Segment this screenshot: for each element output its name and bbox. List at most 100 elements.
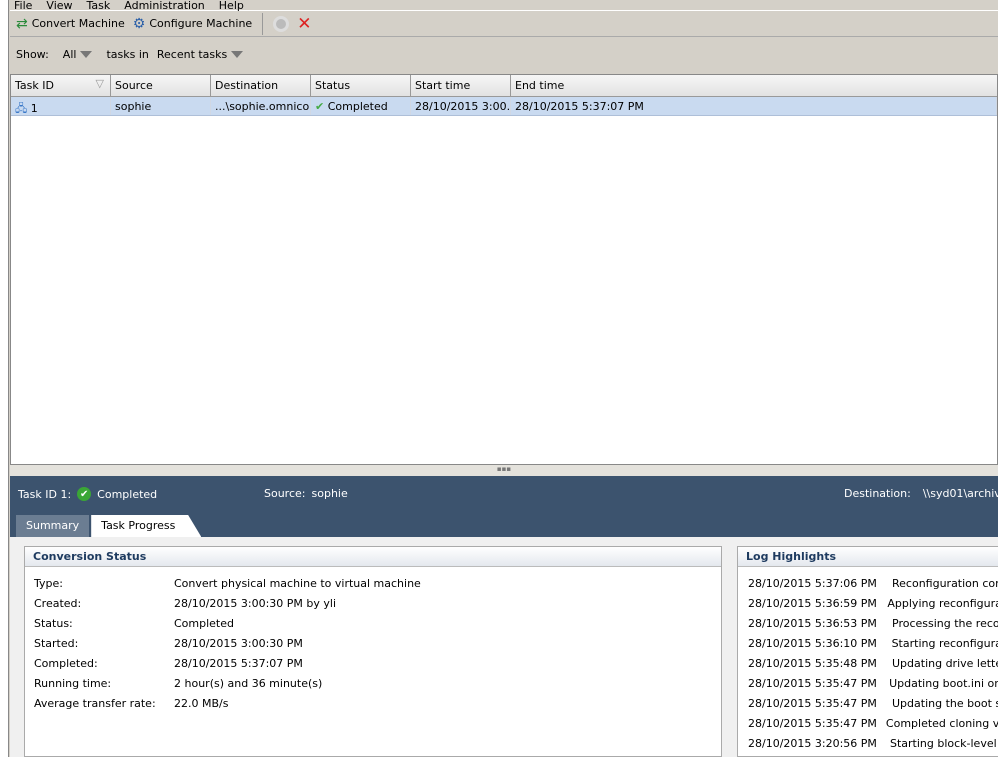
show-dropdown[interactable]: All — [63, 48, 93, 61]
filter-icon[interactable]: ▽ — [96, 77, 104, 90]
conversion-status-title: Conversion Status — [25, 547, 721, 567]
cell-task-id: 🖧 1 — [11, 97, 111, 115]
source-value: sophie — [311, 487, 348, 500]
delete-icon[interactable]: ✕ — [297, 14, 311, 34]
column-task-id[interactable]: Task ID ▽ — [11, 75, 111, 96]
source-summary: Source: sophie — [264, 487, 348, 500]
source-label: Source: — [264, 487, 306, 500]
menu-administration[interactable]: Administration — [124, 0, 205, 12]
column-source[interactable]: Source — [111, 75, 211, 96]
conversion-status-list: Type: Convert physical machine to virtual… — [25, 567, 721, 713]
filter-bar: Show: All tasks in Recent tasks — [10, 40, 998, 68]
log-time: 28/10/2015 3:20:56 PM — [748, 736, 877, 750]
log-row: 28/10/2015 5:35:47 PM Updating the boot s… — [738, 693, 998, 713]
table-header: Task ID ▽ Source Destination Status Start… — [11, 75, 997, 97]
log-row: 28/10/2015 5:36:53 PM Processing the reco… — [738, 613, 998, 633]
status-row: Type: Convert physical machine to virtual… — [25, 573, 721, 593]
checkmark-icon: ✔ — [315, 100, 325, 113]
status-row: Started: 28/10/2015 3:00:30 PM — [25, 633, 721, 653]
log-row: 28/10/2015 5:35:47 PM Updating boot.ini o… — [738, 673, 998, 693]
toolbar: ⇄ Convert Machine ⚙ Configure Machine ✕ — [10, 10, 998, 37]
table-row[interactable]: 🖧 1 sophie ...\sophie.omnico... ✔ Comple… — [11, 97, 997, 116]
status-row: Running time: 2 hour(s) and 36 minute(s) — [25, 673, 721, 693]
cell-start-time: 28/10/2015 3:00... — [411, 97, 511, 115]
cell-status: ✔ Completed — [311, 97, 411, 115]
status-key: Average transfer rate: — [34, 696, 156, 710]
menu-task[interactable]: Task — [87, 0, 111, 12]
splitter-handle[interactable]: ▪▪▪ — [10, 465, 998, 476]
log-message: Updating drive letters — [892, 656, 998, 670]
status-row: Average transfer rate: 22.0 MB/s — [25, 693, 721, 713]
status-value: Convert physical machine to virtual mach… — [174, 576, 421, 590]
status-value: 2 hour(s) and 36 minute(s) — [174, 676, 323, 690]
tasks-in-label: tasks in — [106, 47, 149, 61]
log-message: Starting reconfiguratio — [891, 636, 998, 650]
menu-help[interactable]: Help — [219, 0, 244, 12]
scope-dropdown[interactable]: Recent tasks — [156, 47, 244, 61]
status-row: Completed: 28/10/2015 5:37:07 PM — [25, 653, 721, 673]
log-row: 28/10/2015 5:35:48 PM Updating drive lett… — [738, 653, 998, 673]
menu-file[interactable]: File — [14, 0, 32, 12]
stop-icon[interactable] — [273, 15, 290, 32]
status-key: Completed: — [34, 656, 98, 670]
log-message: Updating boot.ini on th — [889, 676, 998, 690]
log-highlights-title: Log Highlights — [738, 547, 998, 567]
log-time: 28/10/2015 5:35:47 PM — [748, 716, 877, 730]
menu-bar: File View Task Administration Help — [10, 0, 244, 12]
log-time: 28/10/2015 5:35:47 PM — [748, 676, 877, 690]
log-list: 28/10/2015 5:37:06 PM Reconfiguration com… — [738, 567, 998, 753]
status-key: Status: — [34, 616, 73, 630]
convert-machine-button[interactable]: ⇄ Convert Machine — [16, 16, 125, 32]
log-time: 28/10/2015 5:35:48 PM — [748, 656, 877, 670]
log-row: 28/10/2015 3:20:56 PM Starting block-leve… — [738, 733, 998, 753]
status-key: Type: — [34, 576, 63, 590]
scope-value: Recent tasks — [156, 47, 228, 61]
log-time: 28/10/2015 5:36:53 PM — [748, 616, 877, 630]
column-end-time[interactable]: End time — [511, 75, 997, 96]
configure-machine-button[interactable]: ⚙ Configure Machine — [133, 16, 252, 32]
convert-label: Convert Machine — [31, 17, 125, 30]
task-icon: 🖧 — [15, 102, 28, 115]
log-time: 28/10/2015 5:37:06 PM — [748, 576, 877, 590]
destination-value: \\syd01\archive_e — [922, 487, 998, 500]
header-label: Task ID — [15, 79, 54, 92]
toolbar-separator — [262, 12, 264, 35]
log-message: Completed cloning volu — [885, 716, 998, 730]
show-label: Show: — [16, 47, 49, 61]
task-table: Task ID ▽ Source Destination Status Start… — [10, 74, 998, 465]
task-details-panel: Task ID 1: ✔ Completed Source: sophie Desti… — [10, 476, 998, 757]
log-row: 28/10/2015 5:36:59 PM Applying reconfigur… — [738, 593, 998, 613]
log-row: 28/10/2015 5:35:47 PM Completed cloning v… — [738, 713, 998, 733]
configure-label: Configure Machine — [149, 17, 253, 30]
log-message: Applying reconfiguratio — [887, 596, 998, 610]
column-start-time[interactable]: Start time — [411, 75, 511, 96]
status-value: 28/10/2015 5:37:07 PM — [174, 656, 303, 670]
tab-summary[interactable]: Summary — [16, 515, 90, 537]
convert-icon: ⇄ — [16, 15, 28, 32]
column-destination[interactable]: Destination — [211, 75, 311, 96]
status-key: Running time: — [34, 676, 112, 690]
chevron-down-icon — [80, 50, 93, 58]
status-text: Completed — [327, 100, 388, 113]
cell-destination: ...\sophie.omnico... — [211, 97, 311, 115]
status-key: Created: — [34, 596, 82, 610]
cell-end-time: 28/10/2015 5:37:07 PM — [511, 97, 997, 115]
configure-icon: ⚙ — [132, 15, 146, 32]
tab-task-progress[interactable]: Task Progress — [91, 515, 202, 537]
destination-summary: Destination: \\syd01\archive_e — [844, 487, 998, 500]
show-value: All — [62, 47, 77, 61]
log-time: 28/10/2015 5:36:10 PM — [748, 636, 877, 650]
conversion-status-box: Conversion Status Type: Convert physical … — [24, 546, 722, 757]
completed-icon: ✔ — [77, 487, 92, 501]
task-summary: Task ID 1: ✔ Completed — [18, 487, 157, 501]
task-progress-content: Conversion Status Type: Convert physical … — [10, 537, 998, 757]
menu-view[interactable]: View — [46, 0, 72, 12]
log-message: Processing the reconfi — [892, 616, 998, 630]
log-message: Reconfiguration compl — [892, 576, 998, 590]
status-row: Created: 28/10/2015 3:00:30 PM by yli — [25, 593, 721, 613]
column-status[interactable]: Status — [311, 75, 411, 96]
log-row: 28/10/2015 5:36:10 PM Starting reconfigur… — [738, 633, 998, 653]
status-value: 28/10/2015 3:00:30 PM — [174, 636, 303, 650]
log-row: 28/10/2015 5:37:06 PM Reconfiguration com… — [738, 573, 998, 593]
chevron-down-icon — [231, 50, 244, 58]
